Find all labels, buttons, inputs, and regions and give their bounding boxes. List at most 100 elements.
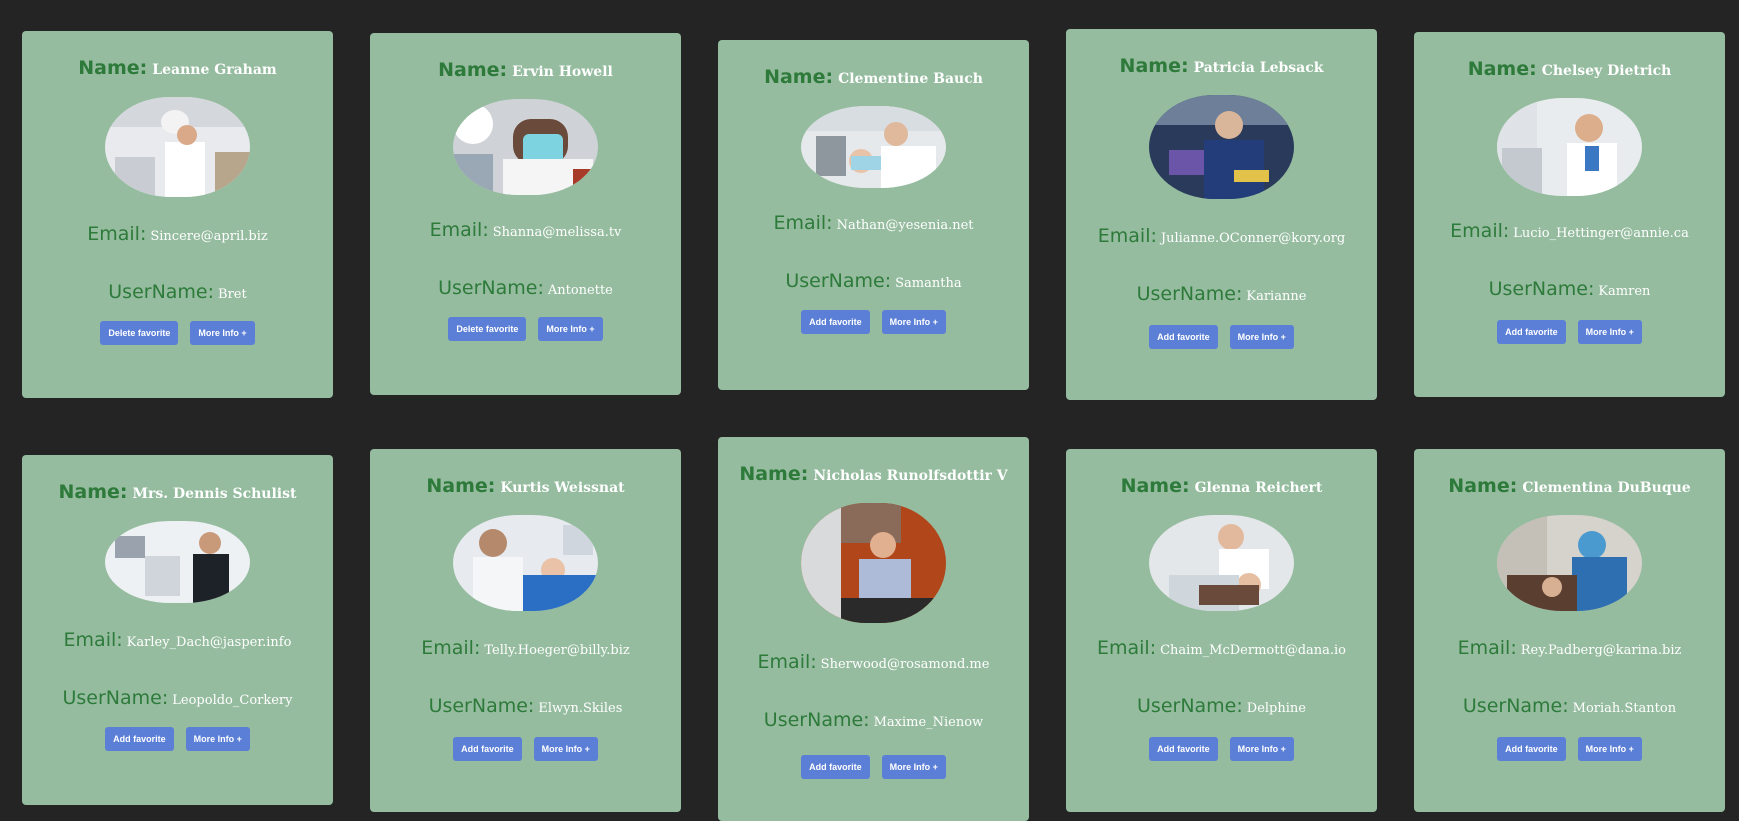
name-value: Clementina DuBuque [1522, 480, 1691, 496]
favorite-button[interactable]: Add favorite [105, 727, 174, 751]
dentist-photo [1497, 515, 1642, 611]
email-row: Email: Sincere@april.biz [87, 223, 268, 245]
username-label: UserName: [428, 695, 535, 717]
email-label: Email: [1450, 220, 1510, 242]
name-value: Chelsey Dietrich [1541, 63, 1672, 79]
name-row: Name: Ervin Howell [438, 59, 613, 81]
email-value: Telly.Hoeger@billy.biz [484, 643, 630, 658]
favorite-button[interactable]: Delete favorite [448, 317, 527, 341]
favorite-button[interactable]: Add favorite [801, 755, 870, 779]
user-card: Name: Kurtis Weissnat Email: Telly.Hoege… [370, 449, 681, 812]
more-info-button[interactable]: More Info + [881, 310, 946, 334]
email-row: Email: Lucio_Hettinger@annie.ca [1450, 220, 1689, 242]
name-label: Name: [1467, 58, 1537, 80]
email-label: Email: [87, 223, 147, 245]
name-row: Name: Chelsey Dietrich [1468, 58, 1672, 80]
username-row: UserName: Elwyn.Skiles [429, 695, 623, 717]
name-row: Name: Mrs. Dennis Schulist [59, 481, 297, 503]
more-info-button[interactable]: More Info + [1577, 320, 1642, 344]
name-label: Name: [739, 463, 809, 485]
name-row: Name: Kurtis Weissnat [426, 475, 624, 497]
username-row: UserName: Maxime_Nienow [764, 709, 983, 731]
username-row: UserName: Bret [108, 281, 246, 303]
email-row: Email: Nathan@yesenia.net [773, 212, 973, 234]
email-value: Lucio_Hettinger@annie.ca [1513, 226, 1689, 241]
user-card: Name: Clementine Bauch Email: Nathan@yes… [718, 40, 1029, 390]
favorite-button[interactable]: Add favorite [1497, 320, 1566, 344]
username-label: UserName: [763, 709, 870, 731]
username-label: UserName: [785, 270, 892, 292]
more-info-button[interactable]: More Info + [881, 755, 946, 779]
more-info-button[interactable]: More Info + [1229, 325, 1294, 349]
more-info-button[interactable]: More Info + [1577, 737, 1642, 761]
dentist-photo [453, 99, 598, 195]
user-card: Name: Glenna Reichert Email: Chaim_McDer… [1066, 449, 1377, 812]
dentist-photo [1149, 515, 1294, 611]
username-label: UserName: [108, 281, 215, 303]
email-value: Sherwood@rosamond.me [820, 657, 990, 672]
user-card: Name: Leanne Graham Email: Sincere@april… [22, 31, 333, 398]
username-row: UserName: Samantha [785, 270, 961, 292]
card-actions: Add favorite More Info + [1149, 737, 1294, 761]
email-label: Email: [1096, 637, 1157, 659]
more-info-button[interactable]: More Info + [1229, 737, 1294, 761]
more-info-button[interactable]: More Info + [538, 317, 603, 341]
username-value: Leopoldo_Corkery [172, 693, 293, 708]
favorite-button[interactable]: Add favorite [453, 737, 522, 761]
dentist-photo [1497, 98, 1642, 196]
username-label: UserName: [438, 277, 544, 299]
username-value: Kamren [1598, 284, 1651, 299]
user-card: Name: Nicholas Runolfsdottir V Email: Sh… [718, 437, 1029, 821]
favorite-button[interactable]: Delete favorite [100, 321, 179, 345]
dentist-photo [801, 106, 946, 188]
email-row: Email: Julianne.OConner@kory.org [1098, 225, 1345, 247]
username-row: UserName: Karianne [1137, 283, 1307, 305]
email-row: Email: Shanna@melissa.tv [430, 219, 622, 241]
user-card: Name: Ervin Howell Email: Shanna@melissa… [370, 33, 681, 395]
card-actions: Add favorite More Info + [801, 755, 946, 779]
name-value: Clementine Bauch [838, 71, 983, 87]
favorite-button[interactable]: Add favorite [1149, 737, 1218, 761]
favorite-button[interactable]: Add favorite [1497, 737, 1566, 761]
name-label: Name: [438, 59, 508, 81]
user-card: Name: Mrs. Dennis Schulist Email: Karley… [22, 455, 333, 805]
name-label: Name: [1448, 475, 1518, 497]
email-label: Email: [63, 629, 123, 651]
dentist-photo [105, 521, 250, 603]
username-label: UserName: [62, 687, 169, 709]
username-value: Maxime_Nienow [873, 715, 984, 730]
email-label: Email: [1097, 225, 1157, 247]
name-row: Name: Leanne Graham [78, 57, 276, 79]
favorite-button[interactable]: Add favorite [801, 310, 870, 334]
user-card: Name: Patricia Lebsack Email: Julianne.O… [1066, 29, 1377, 400]
favorite-button[interactable]: Add favorite [1149, 325, 1218, 349]
more-info-button[interactable]: More Info + [533, 737, 598, 761]
email-value: Nathan@yesenia.net [836, 218, 974, 233]
username-row: UserName: Moriah.Stanton [1463, 695, 1676, 717]
username-label: UserName: [1136, 283, 1243, 305]
name-label: Name: [78, 57, 148, 79]
name-label: Name: [764, 66, 834, 88]
card-actions: Add favorite More Info + [801, 310, 946, 334]
email-label: Email: [429, 219, 489, 241]
name-row: Name: Glenna Reichert [1121, 475, 1323, 497]
username-row: UserName: Delphine [1137, 695, 1306, 717]
name-row: Name: Clementina DuBuque [1448, 475, 1690, 497]
name-row: Name: Clementine Bauch [764, 66, 983, 88]
card-actions: Add favorite More Info + [105, 727, 250, 751]
name-label: Name: [1120, 475, 1190, 497]
card-actions: Delete favorite More Info + [100, 321, 255, 345]
email-label: Email: [1457, 637, 1517, 659]
more-info-button[interactable]: More Info + [190, 321, 255, 345]
card-actions: Add favorite More Info + [1149, 325, 1294, 349]
name-row: Name: Nicholas Runolfsdottir V [739, 463, 1007, 485]
more-info-button[interactable]: More Info + [185, 727, 250, 751]
email-value: Sincere@april.biz [150, 229, 268, 244]
email-value: Rey.Padberg@karina.biz [1520, 643, 1682, 658]
user-card-grid: Name: Leanne Graham Email: Sincere@april… [0, 0, 1739, 821]
email-row: Email: Telly.Hoeger@billy.biz [421, 637, 630, 659]
name-row: Name: Patricia Lebsack [1120, 55, 1324, 77]
username-row: UserName: Leopoldo_Corkery [63, 687, 293, 709]
name-value: Glenna Reichert [1194, 480, 1323, 496]
name-label: Name: [426, 475, 496, 497]
